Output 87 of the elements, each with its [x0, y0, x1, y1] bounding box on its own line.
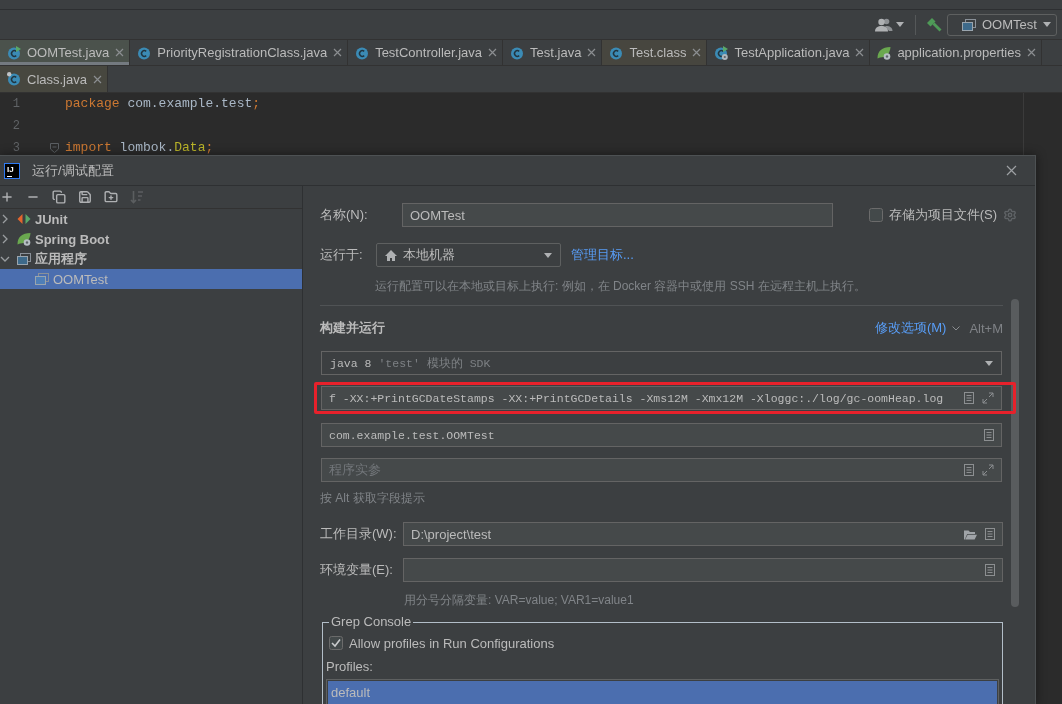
close-icon[interactable] — [855, 48, 865, 57]
document-icon[interactable] — [984, 429, 994, 441]
sdk-dropdown[interactable]: java 8 'test' 模块的 SDK — [321, 351, 1002, 375]
checkbox-label: Allow profiles in Run Configurations — [349, 635, 555, 651]
name-field[interactable]: OOMTest — [402, 203, 833, 227]
run-target-dropdown[interactable]: 本地机器 — [376, 243, 561, 267]
vm-options-field[interactable]: f -XX:+PrintGCDateStamps -XX:+PrintGCDetails -Xms12M -Xmx12M -Xloggc:./log/gc-oomHeap.log — [321, 386, 1002, 410]
tree-item[interactable]: OOMTest — [0, 269, 302, 289]
line-number: 1 — [11, 97, 20, 111]
editor-tab[interactable]: Class.java — [0, 66, 108, 92]
field-label: 环境变量(E): — [320, 561, 394, 579]
hammer-icon[interactable] — [926, 16, 942, 33]
checkbox-label: 存储为项目文件(S) — [888, 206, 997, 224]
field-label: 运行于: — [320, 246, 364, 264]
chevron-right-icon[interactable] — [0, 234, 10, 244]
window-icon — [17, 253, 31, 265]
main-class-field[interactable]: com.example.test.OOMTest — [321, 423, 1002, 447]
add-icon[interactable] — [0, 190, 14, 204]
group-title: Grep Console — [330, 615, 413, 629]
document-icon[interactable] — [964, 464, 974, 476]
class-icon — [137, 45, 152, 60]
environment-variables-field[interactable] — [403, 558, 1003, 582]
run-configuration-dropdown[interactable]: OOMTest — [947, 13, 1057, 36]
working-directory-field[interactable]: D:\project\test — [403, 522, 1003, 546]
caret-down-icon — [896, 22, 904, 27]
field-label: 名称(N): — [320, 206, 369, 224]
expand-icon[interactable] — [982, 392, 994, 404]
list-label: Profiles: — [326, 658, 373, 676]
chevron-right-icon[interactable] — [0, 214, 10, 224]
code-line: import lombok.Data; — [65, 140, 214, 156]
caret-down-icon — [544, 252, 552, 258]
leaf-gear-icon — [17, 232, 31, 246]
close-icon[interactable] — [692, 48, 702, 57]
settings-icon[interactable] — [1003, 208, 1017, 222]
caret-down-icon — [985, 360, 993, 366]
close-icon[interactable] — [1006, 165, 1017, 176]
section-title: 构建并运行 — [320, 319, 385, 337]
fold-icon[interactable] — [50, 143, 59, 153]
class-icon — [510, 45, 525, 60]
tree-item[interactable]: Spring Boot — [0, 229, 302, 249]
user-icon[interactable] — [874, 17, 893, 32]
window-icon — [35, 273, 49, 285]
caret-down-icon — [1042, 22, 1051, 27]
dialog-title: 运行/调试配置 — [32, 161, 114, 180]
runnable-class-icon — [7, 45, 21, 60]
shortcut-hint: Alt+M — [969, 320, 1003, 336]
code-line: package com.example.test; — [65, 96, 261, 112]
close-icon[interactable] — [1026, 48, 1036, 57]
save-icon[interactable] — [78, 190, 92, 204]
tree-item[interactable]: JUnit — [0, 209, 302, 229]
modify-options-link[interactable]: 修改选项(M) — [874, 319, 947, 337]
close-icon[interactable] — [333, 48, 343, 57]
app-logo: IJ — [4, 162, 20, 179]
hint-text: 按 Alt 获取字段提示 — [320, 491, 425, 505]
close-icon[interactable] — [115, 48, 125, 57]
folder-add-icon[interactable] — [104, 190, 118, 204]
document-icon[interactable] — [985, 564, 995, 576]
home-icon — [385, 249, 397, 261]
class-icon — [355, 45, 370, 60]
document-icon[interactable] — [964, 392, 974, 404]
chevron-down-icon[interactable] — [952, 325, 961, 331]
field-label: 工作目录(W): — [320, 525, 398, 543]
checkbox[interactable] — [329, 636, 343, 650]
chevron-down-icon[interactable] — [0, 254, 10, 264]
class-icon — [7, 72, 21, 86]
runnable-class-icon — [714, 45, 729, 60]
double-triangle-icon — [17, 213, 31, 225]
close-icon[interactable] — [488, 48, 498, 57]
editor-tab[interactable]: OOMTest.java — [0, 40, 131, 65]
hint-text: 用分号分隔变量: VAR=value; VAR1=value1 — [404, 593, 634, 607]
editor-tab[interactable]: Test.class — [602, 40, 708, 65]
tree-item[interactable]: 应用程序 — [0, 249, 302, 269]
folder-icon[interactable] — [964, 528, 977, 540]
copy-icon[interactable] — [52, 190, 66, 204]
close-icon[interactable] — [92, 74, 102, 84]
window-icon — [962, 18, 976, 31]
class-icon — [609, 45, 624, 60]
close-icon[interactable] — [587, 48, 597, 57]
line-number: 3 — [11, 141, 20, 155]
line-number: 2 — [11, 119, 20, 133]
scrollbar-thumb[interactable] — [1011, 299, 1019, 607]
expand-icon[interactable] — [982, 464, 994, 476]
leaf-gear-icon — [877, 45, 892, 60]
document-icon[interactable] — [985, 528, 995, 540]
list-item[interactable]: default — [328, 681, 997, 704]
checkbox[interactable] — [868, 208, 883, 222]
manage-targets-link[interactable]: 管理目标... — [571, 246, 634, 264]
